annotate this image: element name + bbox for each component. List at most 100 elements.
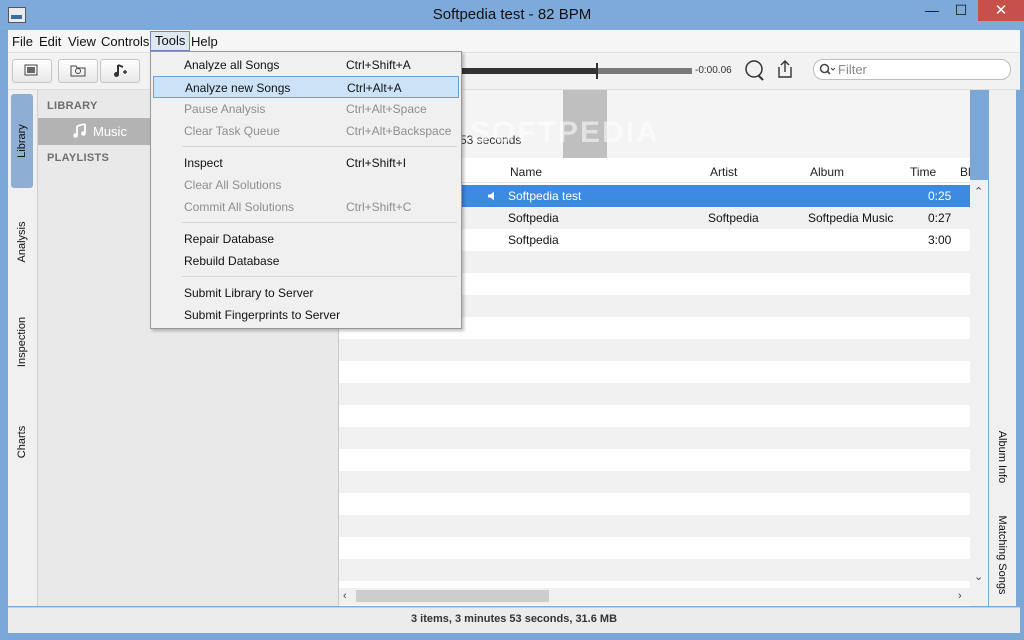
playback-progress-bar[interactable]	[433, 63, 692, 79]
menu-item-shortcut: Ctrl+Alt+A	[347, 81, 402, 95]
tools-menu: Analyze all Songs Ctrl+Shift+A Analyze ne…	[150, 51, 462, 329]
magnifier-icon	[745, 60, 764, 81]
empty-row	[339, 471, 970, 493]
tab-album-info-label: Album Info	[996, 430, 1008, 484]
add-music-icon	[114, 64, 127, 77]
scroll-right-icon[interactable]: ›	[958, 590, 962, 602]
tab-analysis-label: Analysis	[16, 221, 28, 263]
menu-tools[interactable]: Tools	[150, 31, 191, 51]
close-button[interactable]: ✕	[978, 0, 1024, 21]
tab-matching-songs-label: Matching Songs	[996, 515, 1008, 595]
status-text: 3 items, 3 minutes 53 seconds, 31.6 MB	[410, 613, 618, 625]
menu-controls[interactable]: Controls	[97, 33, 153, 50]
tab-library[interactable]: Library	[11, 94, 33, 188]
column-time[interactable]: Time	[910, 165, 936, 179]
watermark: SOFTPEDIA	[470, 116, 660, 149]
menu-separator	[182, 222, 457, 223]
menu-item-label: Clear All Solutions	[184, 178, 282, 192]
menu-item-label: Inspect	[184, 156, 223, 170]
scroll-up-icon[interactable]: ⌃	[974, 185, 983, 198]
browse-button[interactable]	[58, 59, 98, 83]
menu-item-submit-library[interactable]: Submit Library to Server	[153, 282, 459, 304]
tab-inspection[interactable]: Inspection	[11, 290, 33, 394]
cell-time: 0:27	[928, 211, 952, 225]
library-header: LIBRARY	[47, 100, 98, 112]
filter-input[interactable]: Filter	[813, 59, 1011, 80]
column-bpm[interactable]: Bl	[960, 165, 971, 179]
menu-item-clear-task-queue[interactable]: Clear Task Queue Ctrl+Alt+Backspace	[153, 120, 459, 142]
empty-row	[339, 537, 970, 559]
horizontal-scrollbar[interactable]: ‹ ›	[339, 588, 970, 605]
menu-file[interactable]: File	[8, 33, 37, 50]
menu-item-rebuild-database[interactable]: Rebuild Database	[153, 250, 459, 272]
zoom-button[interactable]	[743, 59, 765, 81]
column-album[interactable]: Album	[810, 165, 844, 179]
add-music-button[interactable]	[100, 59, 140, 83]
column-artist[interactable]: Artist	[710, 165, 737, 179]
time-remaining: -0:00.06	[695, 65, 732, 76]
playback-progress-handle[interactable]	[596, 63, 598, 79]
tab-library-label: Library	[16, 124, 28, 158]
sidebar-item-music[interactable]: Music	[38, 118, 150, 145]
menu-item-analyze-new-songs[interactable]: Analyze new Songs Ctrl+Alt+A	[153, 76, 459, 98]
menu-item-shortcut: Ctrl+Shift+A	[346, 58, 411, 72]
cell-artist: Softpedia	[708, 211, 759, 225]
left-tab-strip: Library Analysis Inspection Charts	[8, 90, 38, 606]
tab-charts[interactable]: Charts	[11, 405, 33, 479]
menu-item-shortcut: Ctrl+Alt+Backspace	[346, 124, 452, 138]
menu-item-submit-fingerprints[interactable]: Submit Fingerprints to Server	[153, 304, 459, 326]
tab-analysis[interactable]: Analysis	[11, 200, 33, 284]
menu-item-label: Rebuild Database	[184, 254, 280, 268]
folder-search-icon	[70, 65, 86, 77]
sidebar-item-music-label: Music	[93, 124, 127, 139]
tab-matching-songs[interactable]: Matching Songs	[991, 510, 1013, 600]
speaker-icon	[488, 191, 494, 201]
empty-row	[339, 383, 970, 405]
column-name[interactable]: Name	[510, 165, 542, 179]
tab-album-info[interactable]: Album Info	[991, 420, 1013, 494]
empty-row	[339, 493, 970, 515]
menu-help[interactable]: Help	[187, 33, 222, 50]
library-view-button[interactable]	[12, 59, 52, 83]
menu-item-label: Submit Library to Server	[184, 286, 314, 300]
tab-charts-label: Charts	[16, 425, 28, 459]
window-title: Softpedia test - 82 BPM	[432, 6, 592, 23]
share-button[interactable]	[776, 59, 794, 79]
menu-item-label: Analyze all Songs	[184, 58, 280, 72]
menu-item-shortcut: Ctrl+Alt+Space	[346, 102, 427, 116]
horizontal-scroll-thumb[interactable]	[356, 590, 549, 602]
cell-album: Softpedia Music	[808, 211, 894, 225]
music-note-icon	[73, 123, 86, 138]
search-icon	[819, 63, 835, 75]
menu-separator	[182, 146, 457, 147]
cell-time: 3:00	[928, 233, 952, 247]
scroll-down-icon[interactable]: ⌄	[974, 570, 983, 583]
right-tab-strip: Album Info Matching Songs	[989, 90, 1016, 606]
playlists-header: PLAYLISTS	[47, 152, 110, 164]
menu-edit[interactable]: Edit	[35, 33, 65, 50]
menu-item-label: Analyze new Songs	[185, 81, 291, 95]
title-bar: Softpedia test - 82 BPM — ☐ ✕	[0, 0, 1024, 30]
menu-item-repair-database[interactable]: Repair Database	[153, 228, 459, 250]
library-view-icon	[24, 64, 38, 76]
maximize-button[interactable]: ☐	[947, 0, 975, 21]
menu-item-shortcut: Ctrl+Shift+I	[346, 156, 407, 170]
scroll-left-icon[interactable]: ‹	[343, 590, 347, 602]
menu-item-inspect[interactable]: Inspect Ctrl+Shift+I	[153, 152, 459, 174]
minimize-button[interactable]: —	[918, 0, 946, 21]
empty-row	[339, 515, 970, 537]
menu-bar: File Edit View Controls Tools Help	[8, 30, 1020, 53]
empty-row	[339, 339, 970, 361]
menu-item-commit-all-solutions[interactable]: Commit All Solutions Ctrl+Shift+C	[153, 196, 459, 218]
menu-item-clear-all-solutions[interactable]: Clear All Solutions	[153, 174, 459, 196]
empty-row	[339, 405, 970, 427]
empty-row	[339, 427, 970, 449]
menu-item-pause-analysis[interactable]: Pause Analysis Ctrl+Alt+Space	[153, 98, 459, 120]
vertical-scrollbar[interactable]: ⌃ ⌄	[970, 180, 988, 606]
empty-row	[339, 449, 970, 471]
menu-view[interactable]: View	[64, 33, 100, 50]
menu-item-label: Submit Fingerprints to Server	[184, 308, 341, 322]
menu-item-analyze-all-songs[interactable]: Analyze all Songs Ctrl+Shift+A	[153, 54, 459, 76]
empty-row	[339, 559, 970, 581]
tab-inspection-label: Inspection	[16, 316, 28, 368]
